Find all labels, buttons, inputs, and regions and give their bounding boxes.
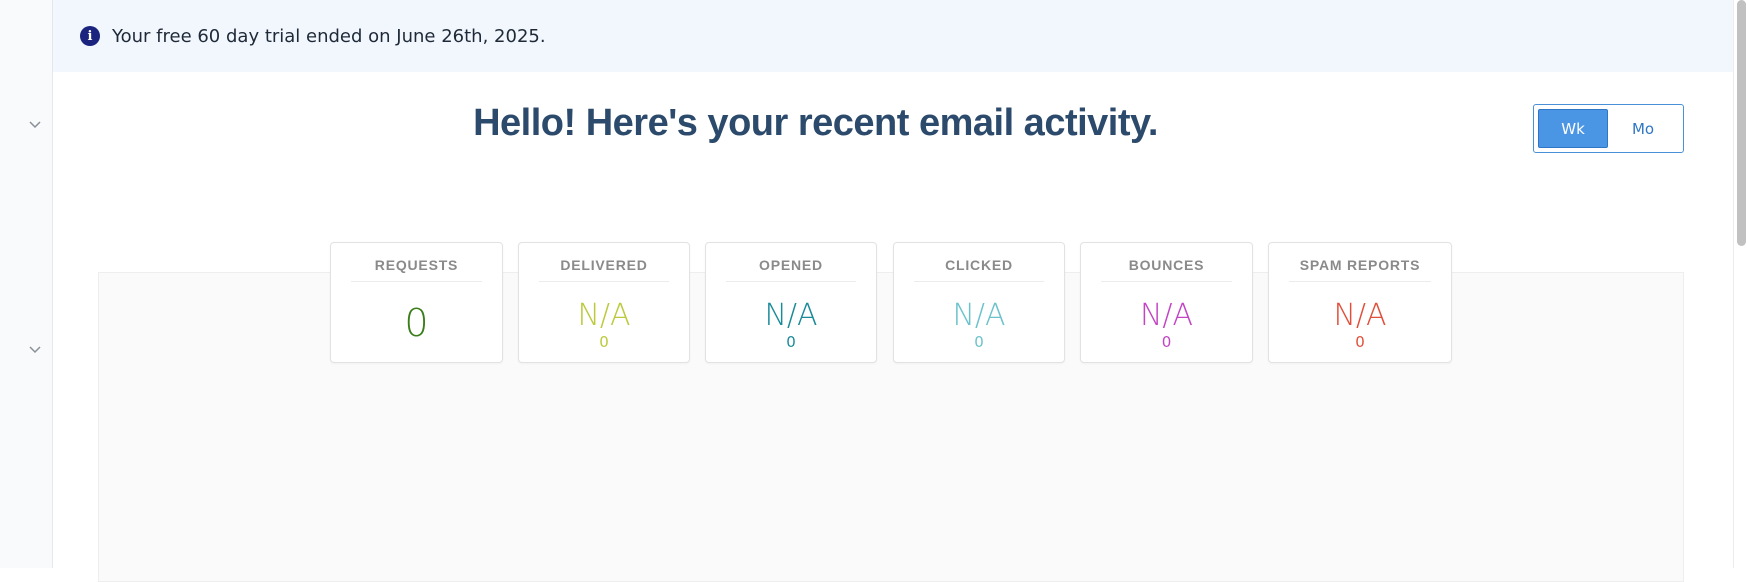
stat-label: BOUNCES xyxy=(1101,257,1232,282)
page-scrollbar[interactable] xyxy=(1733,0,1747,568)
stat-label: DELIVERED xyxy=(539,257,669,282)
stat-count: 0 xyxy=(974,333,984,351)
chevron-down-icon[interactable] xyxy=(28,120,42,130)
trial-banner: i Your free 60 day trial ended on June 2… xyxy=(53,0,1733,72)
stat-count: 0 xyxy=(1355,333,1365,351)
stat-card-spam-reports: SPAM REPORTS N/A 0 xyxy=(1268,242,1452,363)
stat-value: 0 xyxy=(404,301,429,345)
dashboard-main: Hello! Here's your recent email activity… xyxy=(53,72,1733,582)
stat-label: SPAM REPORTS xyxy=(1289,257,1431,282)
stat-count: 0 xyxy=(599,333,609,351)
stat-card-requests: REQUESTS 0 xyxy=(330,242,503,363)
chevron-down-icon[interactable] xyxy=(28,345,42,355)
stat-card-delivered: DELIVERED N/A 0 xyxy=(518,242,690,363)
stat-label: OPENED xyxy=(726,257,856,282)
toggle-week-button[interactable]: Wk xyxy=(1538,109,1608,148)
stats-cards: REQUESTS 0 DELIVERED N/A 0 OPENED N/A 0 … xyxy=(53,242,1733,366)
stat-value: N/A xyxy=(952,298,1006,333)
stat-count: 0 xyxy=(786,333,796,351)
stat-value: N/A xyxy=(577,298,631,333)
trial-banner-text: Your free 60 day trial ended on June 26t… xyxy=(112,25,546,47)
stat-value: N/A xyxy=(764,298,818,333)
stat-card-opened: OPENED N/A 0 xyxy=(705,242,877,363)
stat-card-bounces: BOUNCES N/A 0 xyxy=(1080,242,1253,363)
stat-label: CLICKED xyxy=(914,257,1044,282)
stat-count: 0 xyxy=(1161,333,1172,351)
period-toggle: Wk Mo xyxy=(1533,104,1684,153)
stat-label: REQUESTS xyxy=(351,257,482,282)
stat-value: N/A xyxy=(1333,298,1387,333)
stat-card-clicked: CLICKED N/A 0 xyxy=(893,242,1065,363)
left-sidebar xyxy=(0,0,53,568)
info-icon: i xyxy=(80,26,100,46)
scrollbar-thumb[interactable] xyxy=(1737,0,1746,246)
stat-value: N/A xyxy=(1139,298,1194,333)
toggle-month-button[interactable]: Mo xyxy=(1608,109,1678,148)
page-title: Hello! Here's your recent email activity… xyxy=(473,102,1158,144)
